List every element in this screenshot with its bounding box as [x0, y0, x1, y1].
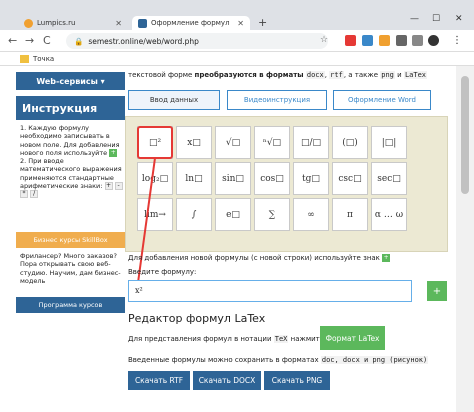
download-docx-button[interactable]: Скачать DOCX [193, 371, 261, 390]
browser-toolbar: ← → C 🔒 semestr.online/web/word.php ☆ ⋮ [0, 30, 474, 52]
formula-input-label: Введите формулу: [128, 268, 197, 276]
maximize-button[interactable]: ☐ [432, 14, 440, 24]
bookmarks-bar: Точка [0, 52, 474, 66]
save-text: Введенные формулы можно сохранить в форм… [128, 356, 429, 364]
puzzle-icon[interactable] [412, 35, 423, 46]
op-plus: + [104, 182, 113, 191]
key-parens[interactable]: (□) [332, 126, 368, 159]
lock-icon: 🔒 [74, 36, 84, 46]
folder-icon [20, 54, 29, 63]
op-divide: / [30, 190, 39, 199]
formula-input[interactable]: x² [128, 280, 412, 302]
address-bar[interactable]: 🔒 semestr.online/web/word.php [66, 33, 328, 49]
extension-icon[interactable] [379, 35, 390, 46]
op-minus: - [114, 182, 123, 191]
new-line-hint: Для добавления новой формулы (с новой ст… [128, 254, 391, 262]
download-rtf-button[interactable]: Скачать RTF [128, 371, 190, 390]
url-text: semestr.online/web/word.php [88, 36, 199, 46]
add-field-icon: + [109, 148, 118, 157]
step-1: 1. Каждую формулу необходимо записывать … [20, 124, 120, 157]
web-services-menu[interactable]: Web-сервисы ▾ [16, 72, 125, 90]
key-nroot[interactable]: ⁿ√□ [254, 126, 290, 159]
download-png-button[interactable]: Скачать PNG [264, 371, 330, 390]
star-icon[interactable]: ☆ [320, 35, 328, 45]
tab-title: Lumpics.ru [37, 19, 76, 27]
close-window-button[interactable]: ✕ [455, 14, 463, 24]
add-formula-button[interactable]: + [427, 281, 447, 301]
extension-icon[interactable] [362, 35, 373, 46]
key-fraction[interactable]: □/□ [293, 126, 329, 159]
menu-dots-icon[interactable]: ⋮ [452, 35, 462, 46]
browser-tab-active[interactable]: Оформление формул в Word о ✕ [132, 16, 250, 30]
latex-format-button[interactable]: Формат LaTex [320, 326, 385, 350]
intro-text: текстовой форме преобразуются в форматы … [128, 71, 428, 79]
back-button[interactable]: ← [8, 34, 17, 47]
key-cos[interactable]: cos□ [254, 162, 290, 195]
program-button[interactable]: Программа курсов [16, 297, 125, 313]
scrollbar-thumb[interactable] [461, 76, 469, 194]
latex-text: Для представления формул в нотации TeX н… [128, 335, 352, 343]
key-sum[interactable]: ∑ [254, 198, 290, 231]
key-csc[interactable]: csc□ [332, 162, 368, 195]
key-sec[interactable]: sec□ [371, 162, 407, 195]
instruction-header: Инструкция [16, 96, 125, 120]
minimize-button[interactable]: — [410, 14, 419, 24]
key-sin[interactable]: sin□ [215, 162, 251, 195]
close-tab-icon[interactable]: ✕ [115, 19, 122, 28]
op-multiply: * [20, 190, 28, 199]
close-tab-icon[interactable]: ✕ [237, 19, 244, 28]
skillbox-banner[interactable]: Бизнес курсы SkillBox [16, 232, 125, 248]
key-abs[interactable]: |□| [371, 126, 407, 159]
tab-title: Оформление формул в Word о [151, 19, 231, 27]
tab-input[interactable]: Ввод данных [128, 90, 220, 110]
tab-word[interactable]: Оформление Word [333, 90, 431, 110]
forward-button[interactable]: → [25, 34, 34, 47]
lumpics-favicon-icon [24, 18, 33, 28]
latex-heading: Редактор формул LaTex [128, 312, 266, 325]
sidebar: Web-сервисы ▾ Инструкция 1. Каждую форму… [16, 66, 125, 412]
plus-icon: + [382, 254, 391, 262]
key-pi[interactable]: π [332, 198, 368, 231]
browser-tab-bar: Lumpics.ru ✕ Оформление формул в Word о … [0, 0, 474, 30]
avatar[interactable] [428, 35, 439, 46]
key-infinity[interactable]: ∞ [293, 198, 329, 231]
browser-tab-lumpics[interactable]: Lumpics.ru ✕ [18, 16, 128, 30]
reload-button[interactable]: C [43, 34, 51, 47]
bookmark-tochka[interactable]: Точка [33, 55, 54, 63]
key-greek[interactable]: α … ω [371, 198, 407, 231]
instruction-text: 1. Каждую формулу необходимо записывать … [20, 124, 123, 199]
new-tab-button[interactable]: + [258, 16, 267, 29]
extension-icon[interactable] [396, 35, 407, 46]
skillbox-text: Фрилансер? Много заказов? Пора открывать… [20, 252, 121, 285]
tab-video[interactable]: Видеоинструкция [227, 90, 327, 110]
site-favicon-icon [138, 18, 147, 28]
key-exp[interactable]: e□ [215, 198, 251, 231]
key-tg[interactable]: tg□ [293, 162, 329, 195]
key-sqrt[interactable]: √□ [215, 126, 251, 159]
page-content: Web-сервисы ▾ Инструкция 1. Каждую форму… [0, 66, 474, 412]
extension-icon[interactable] [345, 35, 356, 46]
